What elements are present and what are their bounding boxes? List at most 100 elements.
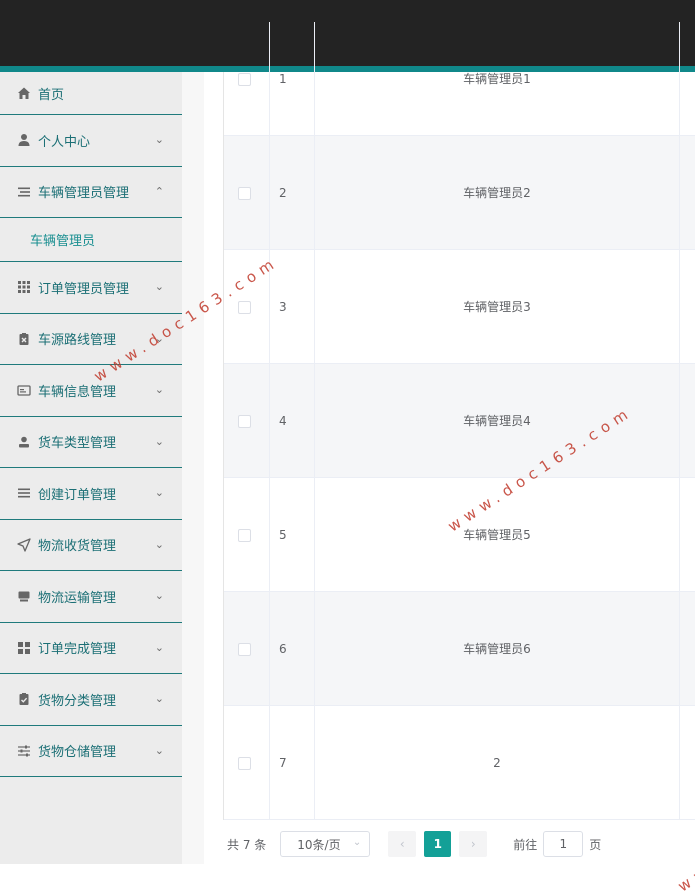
chevron-down-icon: ⌄ — [154, 537, 164, 551]
sidebar-item-label: 订单管理员管理 — [38, 281, 130, 297]
sidebar-item-label: 车源路线管理 — [38, 333, 117, 349]
clipboard-check-icon — [16, 691, 32, 707]
row-index: 5 — [270, 478, 315, 591]
checkbox-cell — [224, 22, 270, 135]
table-row[interactable]: 3 车辆管理员3 — [224, 250, 695, 364]
list-icon — [16, 184, 32, 200]
row-name: 车辆管理员3 — [315, 250, 680, 363]
sliders-icon — [16, 743, 32, 759]
pagination: 共 7 条 10条/页 ⌄ ‹ 1 › 前往 页 — [223, 824, 695, 864]
page-size-select[interactable]: 10条/页 ⌄ — [280, 831, 371, 857]
sidebar-item-personal[interactable]: 个人中心 ⌄ — [0, 115, 182, 167]
data-table: 1 车辆管理员1 2 车辆管理员2 3 车辆管理员3 4 车辆管理员4 5 车辆… — [223, 22, 695, 820]
table-row[interactable]: 4 车辆管理员4 — [224, 364, 695, 478]
checkbox-cell — [224, 478, 270, 591]
row-name: 车辆管理员2 — [315, 136, 680, 249]
sidebar-menu: 首页 个人中心 ⌄ 车辆管理员管理 ⌃ 车辆管理员 订单管理员管理 ⌄ 车源路线… — [0, 72, 182, 864]
checkbox-cell — [224, 250, 270, 363]
chevron-right-icon: › — [470, 837, 476, 851]
row-checkbox[interactable] — [238, 756, 251, 770]
sidebar-item-label: 物流运输管理 — [38, 590, 117, 606]
row-checkbox[interactable] — [238, 414, 251, 428]
page-number-button[interactable]: 1 — [424, 831, 452, 857]
checkbox-cell — [224, 136, 270, 249]
sidebar-item-label: 创建订单管理 — [38, 487, 117, 503]
sidebar-item-label: 车辆信息管理 — [38, 384, 117, 400]
checkbox-cell — [224, 706, 270, 819]
chevron-down-icon: ⌄ — [154, 280, 164, 294]
sidebar-item-label: 车辆管理员管理 — [38, 186, 130, 202]
row-index: 2 — [270, 136, 315, 249]
row-name: 车辆管理员1 — [315, 22, 680, 135]
table-row[interactable]: 5 车辆管理员5 — [224, 478, 695, 592]
sidebar-item-label: 物流收货管理 — [38, 539, 117, 555]
chevron-down-icon: ⌄ — [154, 331, 164, 345]
sidebar-item-label: 订单完成管理 — [38, 642, 117, 658]
table-row[interactable]: 7 2 — [224, 706, 695, 820]
row-checkbox[interactable] — [238, 186, 251, 200]
row-checkbox[interactable] — [238, 528, 251, 542]
row-name: 车辆管理员5 — [315, 478, 680, 591]
chevron-down-icon: ⌄ — [154, 434, 164, 448]
grid-icon — [16, 279, 32, 295]
sidebar-item-truck-types[interactable]: 货车类型管理 ⌄ — [0, 417, 182, 468]
row-index: 4 — [270, 364, 315, 477]
chevron-down-icon: ⌄ — [154, 133, 164, 147]
navigation-arrow-icon — [16, 537, 32, 553]
sidebar-item-transport[interactable]: 物流运输管理 ⌄ — [0, 571, 182, 623]
apps-icon — [16, 640, 32, 656]
sidebar-item-home[interactable]: 首页 — [0, 72, 182, 115]
sidebar-item-label: 货物分类管理 — [38, 693, 117, 709]
total-count: 共 7 条 — [227, 837, 267, 852]
person-icon — [16, 434, 32, 450]
sidebar-item-goods-category[interactable]: 货物分类管理 ⌄ — [0, 674, 182, 726]
sidebar-item-warehouse[interactable]: 货物仓储管理 ⌄ — [0, 726, 182, 777]
row-index: 7 — [270, 706, 315, 819]
menu-lines-icon — [16, 485, 32, 501]
goto-page-input[interactable] — [543, 831, 584, 857]
checkbox-cell — [224, 592, 270, 705]
inbox-icon — [16, 588, 32, 604]
sidebar-item-create-order[interactable]: 创建订单管理 ⌄ — [0, 468, 182, 520]
chevron-down-icon: ⌄ — [154, 743, 164, 757]
sidebar-item-order-complete[interactable]: 订单完成管理 ⌄ — [0, 623, 182, 674]
row-name: 车辆管理员4 — [315, 364, 680, 477]
sidebar-item-vehicle-info[interactable]: 车辆信息管理 ⌄ — [0, 365, 182, 417]
row-name: 2 — [315, 706, 680, 819]
table-row[interactable]: 6 车辆管理员6 — [224, 592, 695, 706]
sidebar-item-label: 货车类型管理 — [38, 436, 117, 452]
home-icon — [16, 85, 32, 101]
chevron-down-icon: ⌄ — [154, 486, 164, 500]
goto-label: 前往 — [513, 837, 538, 852]
chevron-down-icon: ⌄ — [154, 383, 164, 397]
row-index: 3 — [270, 250, 315, 363]
sidebar-subitem-vehicle-admin[interactable]: 车辆管理员 — [0, 218, 182, 262]
row-index: 1 — [270, 22, 315, 135]
sidebar-item-vehicle-admin[interactable]: 车辆管理员管理 ⌃ — [0, 167, 182, 218]
row-checkbox[interactable] — [238, 300, 251, 314]
sidebar-item-label: 货物仓储管理 — [38, 745, 117, 761]
row-checkbox[interactable] — [238, 72, 251, 86]
chevron-left-icon: ‹ — [399, 837, 405, 851]
user-icon — [16, 132, 32, 148]
chevron-down-icon: ⌄ — [154, 589, 164, 603]
chevron-down-icon: ⌄ — [154, 692, 164, 706]
content-gutter — [182, 72, 204, 864]
sidebar-item-routes[interactable]: 车源路线管理 ⌄ — [0, 314, 182, 365]
clipboard-x-icon — [16, 331, 32, 347]
checkbox-cell — [224, 364, 270, 477]
row-checkbox[interactable] — [238, 642, 251, 656]
sidebar-item-label: 首页 — [38, 87, 65, 103]
prev-page-button[interactable]: ‹ — [388, 831, 417, 857]
chevron-down-icon: ⌄ — [352, 837, 362, 848]
table-row[interactable]: 1 车辆管理员1 — [224, 22, 695, 136]
sidebar-item-receiving[interactable]: 物流收货管理 ⌄ — [0, 520, 182, 571]
chevron-down-icon: ⌄ — [154, 640, 164, 654]
next-page-button[interactable]: › — [459, 831, 488, 857]
table-row[interactable]: 2 车辆管理员2 — [224, 136, 695, 250]
content-padding — [204, 72, 223, 864]
id-card-icon — [16, 382, 32, 398]
sidebar-item-order-admin[interactable]: 订单管理员管理 ⌄ — [0, 262, 182, 314]
page-unit-label: 页 — [589, 837, 602, 852]
sidebar-item-label: 个人中心 — [38, 134, 91, 150]
